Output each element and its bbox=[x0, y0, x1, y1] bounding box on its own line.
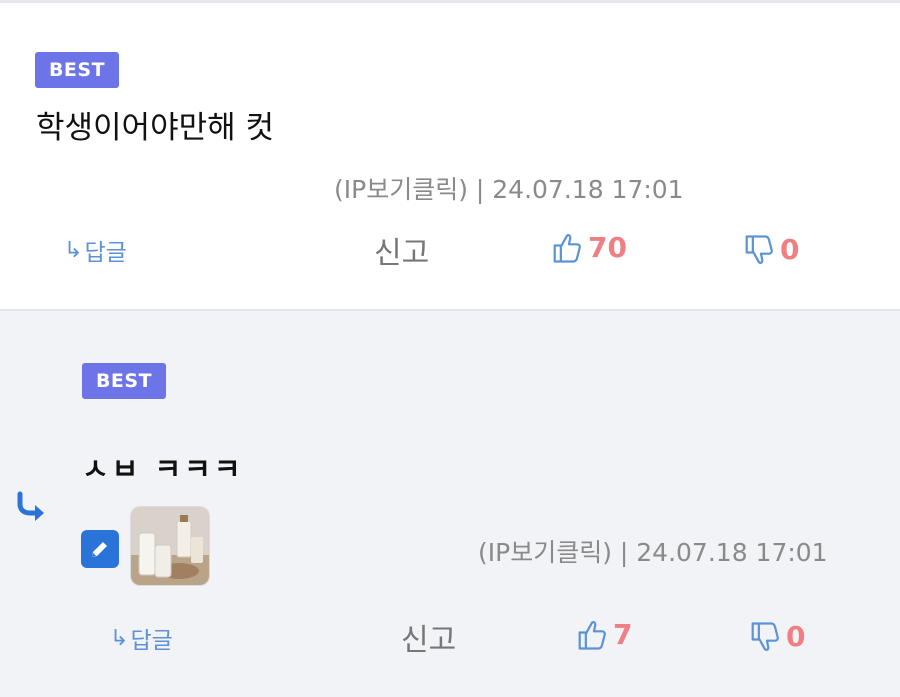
dislike-button[interactable]: 0 bbox=[750, 620, 805, 653]
dislike-button[interactable]: 0 bbox=[744, 233, 799, 266]
thumbs-up-icon bbox=[578, 620, 606, 650]
best-badge: BEST bbox=[82, 363, 166, 399]
reply-arrow-icon bbox=[14, 490, 50, 530]
best-badge: BEST bbox=[35, 52, 119, 88]
dislike-count: 0 bbox=[780, 233, 800, 266]
comment-meta[interactable]: (IP보기클릭) | 24.07.18 17:01 bbox=[478, 533, 828, 569]
like-count: 7 bbox=[613, 618, 633, 651]
pencil-icon bbox=[92, 542, 107, 557]
reply-arrow-small-icon: ↳ bbox=[64, 237, 83, 263]
comment-text: ㅅㅂ ㅋㅋㅋ bbox=[82, 452, 244, 486]
reply-button[interactable]: ↳ 답글 bbox=[64, 233, 127, 267]
thumbs-down-icon bbox=[751, 621, 779, 651]
attached-image[interactable] bbox=[130, 506, 210, 586]
like-count: 70 bbox=[588, 231, 627, 264]
dislike-count: 0 bbox=[786, 620, 806, 653]
reply-button[interactable]: ↳ 답글 bbox=[110, 621, 173, 655]
like-button[interactable]: 7 bbox=[577, 618, 632, 651]
reply-label: 답글 bbox=[130, 628, 173, 654]
report-button[interactable]: 신고 bbox=[401, 615, 456, 659]
reply-label: 답글 bbox=[84, 240, 127, 266]
report-button[interactable]: 신고 bbox=[374, 228, 429, 272]
reply-arrow-small-icon: ↳ bbox=[110, 625, 129, 651]
thumbs-up-icon bbox=[553, 233, 581, 263]
edit-button[interactable] bbox=[81, 530, 119, 568]
comment-text: 학생이어야만해 컷 bbox=[36, 110, 275, 146]
milk-image bbox=[131, 507, 209, 585]
comment-meta[interactable]: (IP보기클릭) | 24.07.18 17:01 bbox=[334, 170, 684, 206]
thumbs-down-icon bbox=[745, 234, 773, 264]
like-button[interactable]: 70 bbox=[552, 231, 627, 264]
